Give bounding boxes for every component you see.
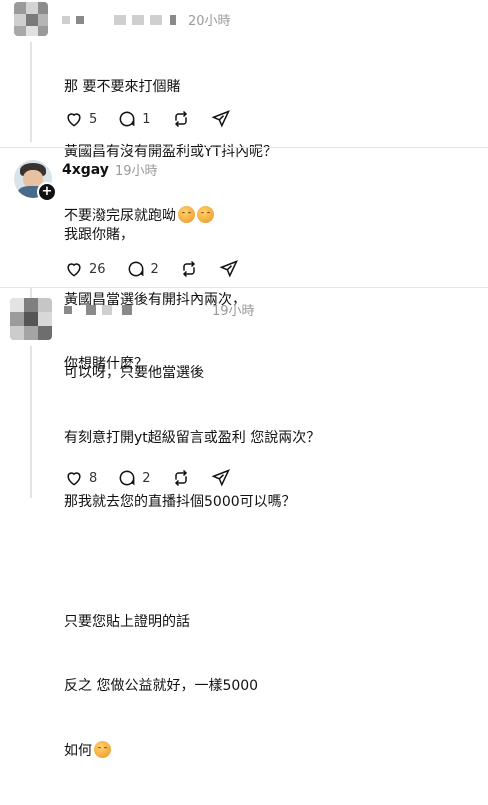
reply-count: 2: [150, 261, 159, 277]
reply-button[interactable]: 2: [117, 468, 151, 488]
thread-connector-line: [30, 42, 32, 142]
post-line: 那 要不要來打個賭: [64, 79, 181, 95]
post-line: 那我就去您的直播抖個5000可以嗎？: [64, 494, 296, 510]
censored-handle: [86, 304, 96, 315]
censored-handle: [114, 14, 126, 25]
reply-button[interactable]: 1: [117, 109, 151, 129]
censored-handle: [132, 14, 144, 25]
heart-icon: [67, 113, 81, 127]
avatar-censored[interactable]: [14, 2, 48, 36]
reply-button[interactable]: 2: [126, 259, 159, 279]
share-button[interactable]: [211, 468, 231, 488]
like-button[interactable]: 8: [64, 468, 97, 488]
thread-post-3: 19小時 可以呀，只要他當選後 有刻意打開yt超級留言或盈利 您說兩次？ 那我就…: [0, 288, 488, 759]
censored-handle: [170, 14, 176, 25]
post-timestamp: 19小時: [114, 164, 158, 179]
repost-icon: [174, 469, 187, 487]
like-count: 5: [89, 111, 98, 127]
thread-post-2: + 4xgay 19小時 我跟你賭， 黃國昌當選後有開抖內兩次， 你想賭什麼？ …: [0, 148, 488, 372]
post-meta: 19小時: [64, 300, 255, 319]
post-line: 如何: [64, 740, 320, 763]
thread-connector-line: [30, 288, 32, 298]
comment-icon: [128, 261, 143, 277]
repost-button[interactable]: [179, 259, 199, 279]
post-line: 我跟你賭，: [64, 227, 134, 243]
share-button[interactable]: [219, 259, 239, 279]
follow-plus-icon[interactable]: +: [37, 182, 57, 202]
censored-handle: [102, 304, 112, 315]
post-meta: 4xgay 19小時: [62, 160, 158, 180]
reply-count: 1: [142, 111, 151, 127]
repost-icon: [182, 260, 195, 278]
send-icon: [211, 110, 230, 128]
post-line: 可以呀，只要他當選後: [64, 365, 204, 381]
post-meta: 20小時: [62, 10, 231, 29]
avatar-censored[interactable]: [10, 298, 52, 340]
post-username[interactable]: 4xgay: [62, 162, 109, 178]
heart-icon: [67, 263, 81, 277]
comment-icon: [119, 470, 135, 486]
post-timestamp: 20小時: [188, 14, 231, 29]
censored-handle: [150, 14, 162, 25]
post-actions: 26 2: [64, 259, 259, 279]
heart-icon: [67, 472, 81, 486]
post-line: 反之 您做公益就好，一樣5000: [64, 678, 259, 694]
drooling-face-icon: [94, 740, 111, 758]
send-icon: [211, 469, 230, 487]
repost-button[interactable]: [171, 109, 191, 129]
post-timestamp: 19小時: [212, 304, 255, 319]
post-line: 有刻意打開yt超級留言或盈利 您說兩次？: [64, 429, 321, 446]
repost-icon: [174, 110, 187, 128]
like-count: 8: [89, 470, 98, 486]
share-button[interactable]: [211, 109, 231, 129]
reply-count: 2: [142, 470, 151, 486]
post-actions: 8 2: [64, 468, 251, 488]
post-actions: 5 1: [64, 109, 251, 129]
censored-handle: [122, 304, 132, 315]
thread-connector-line: [30, 346, 32, 498]
like-button[interactable]: 5: [64, 109, 97, 129]
censored-handle: [76, 15, 84, 24]
post-body: 可以呀，只要他當選後 有刻意打開yt超級留言或盈利 您說兩次？ 那我就去您的直播…: [64, 320, 320, 805]
like-button[interactable]: 26: [64, 259, 106, 279]
send-icon: [219, 260, 238, 278]
comment-icon: [119, 111, 135, 127]
censored-handle: [62, 15, 70, 24]
post-line: 只要您貼上證明的話: [64, 613, 190, 630]
post-line: [64, 557, 320, 569]
repost-button[interactable]: [171, 468, 191, 488]
thread-post-1: 20小時 那 要不要來打個賭 黃國昌有沒有開盈利或YT抖內呢？ 不要潑完尿就跑呦…: [0, 0, 488, 224]
censored-handle: [64, 305, 72, 314]
like-count: 26: [89, 261, 106, 277]
